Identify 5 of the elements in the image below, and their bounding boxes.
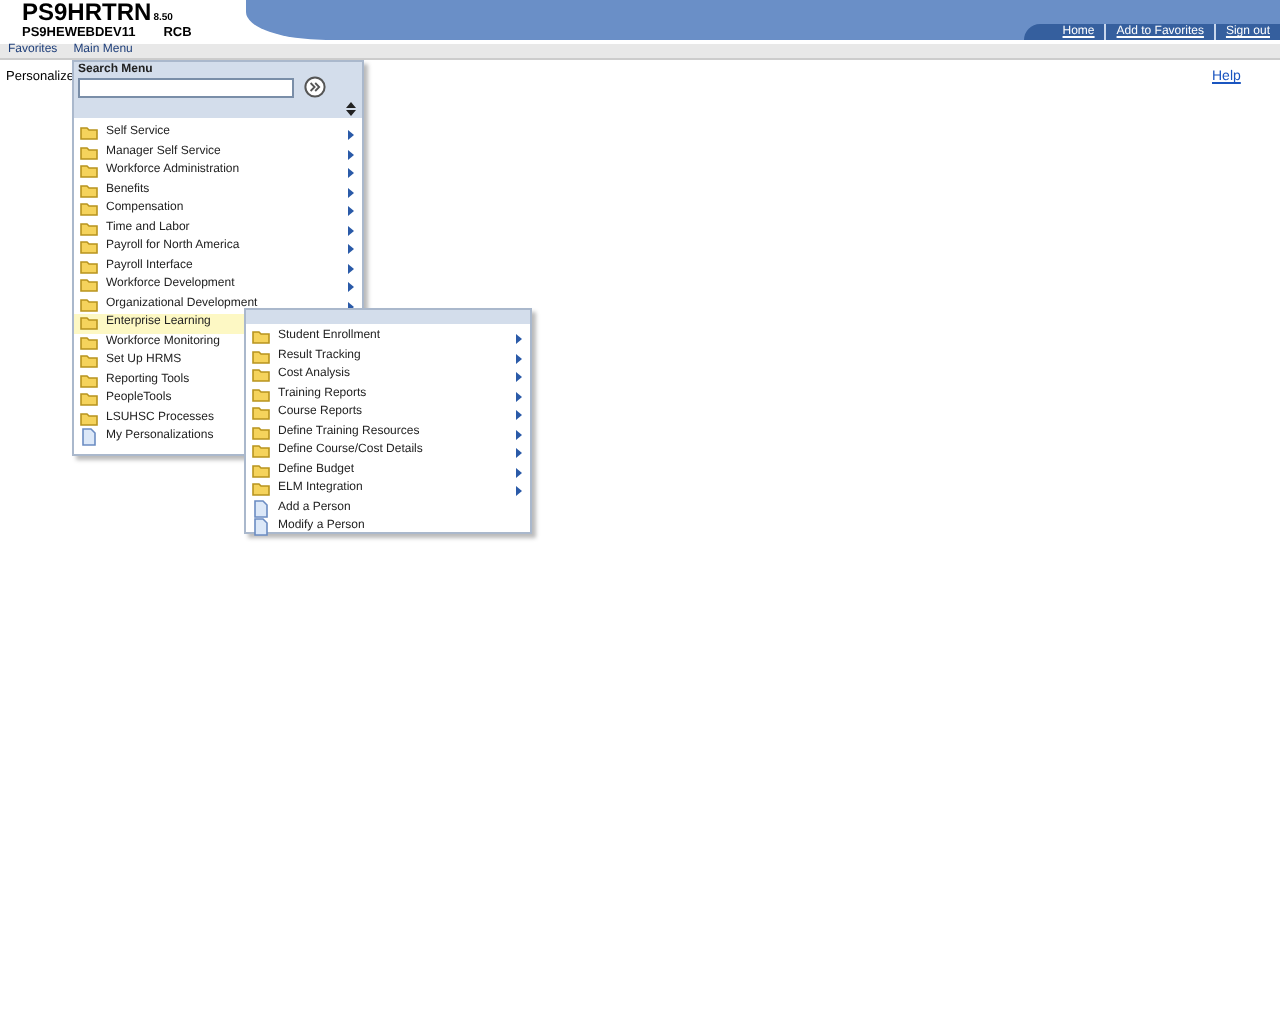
- search-go-icon[interactable]: [304, 76, 326, 98]
- document-icon: [80, 428, 98, 447]
- search-field[interactable]: [78, 77, 294, 97]
- app-title: PS9HRTRN: [22, 0, 152, 26]
- sort-icon[interactable]: [346, 102, 356, 116]
